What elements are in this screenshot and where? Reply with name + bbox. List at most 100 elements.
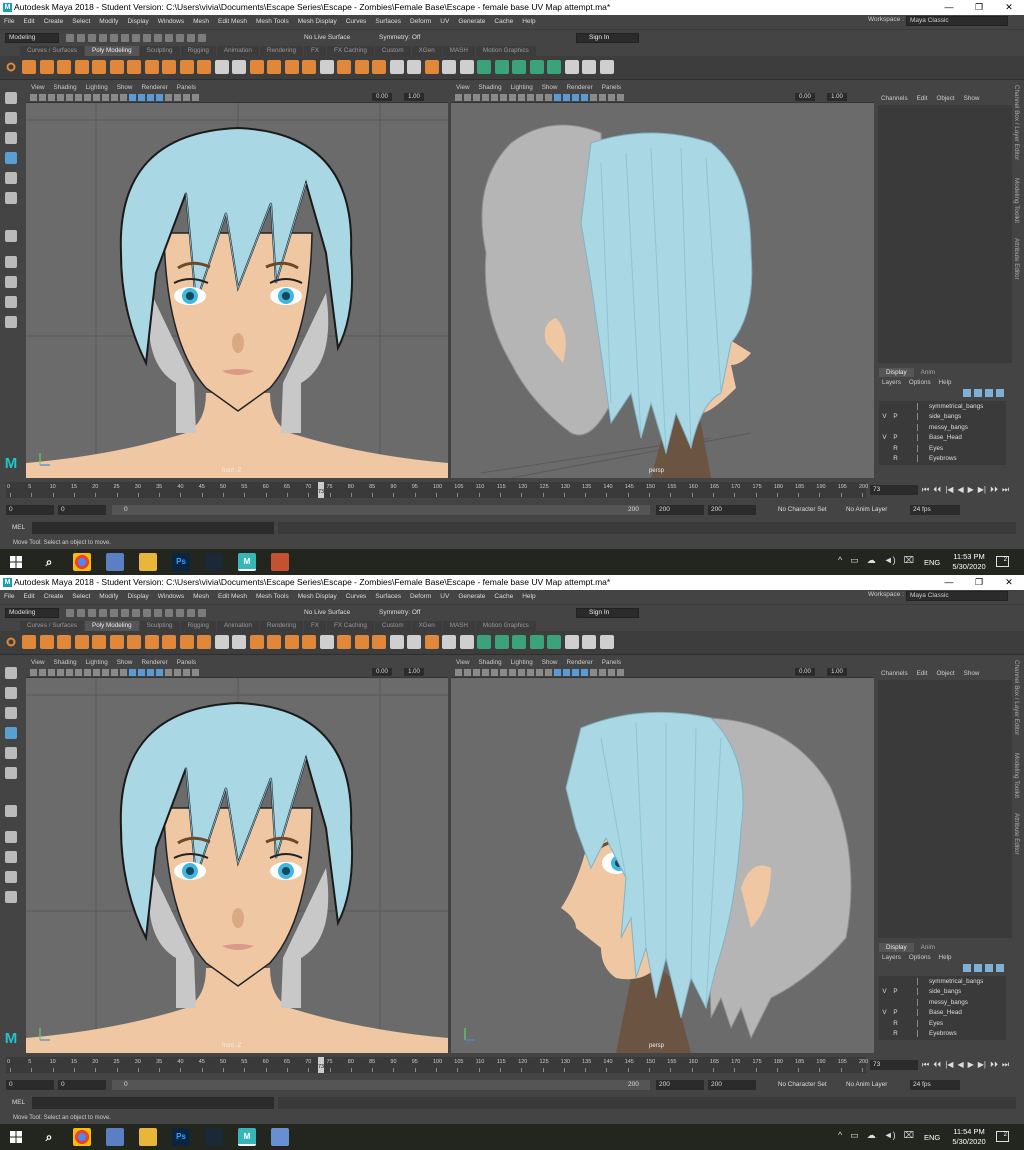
volume-icon[interactable]: ◄) <box>884 555 896 566</box>
anim-end-field[interactable]: 200 <box>708 505 756 515</box>
bevel-icon[interactable] <box>372 60 386 74</box>
vp-menu-lighting[interactable]: Lighting <box>86 658 108 667</box>
four-view-icon[interactable] <box>5 256 17 268</box>
fps-select[interactable]: 24 fps <box>910 1080 960 1090</box>
menu-cache[interactable]: Cache <box>494 18 513 25</box>
grid-icon[interactable] <box>491 669 498 676</box>
poly-type-icon[interactable] <box>179 60 194 74</box>
poly-torus-icon[interactable] <box>92 635 106 649</box>
smooth-icon[interactable] <box>249 635 264 649</box>
mirror-icon[interactable] <box>319 60 334 74</box>
clock[interactable]: 11:53 PM 5/30/2020 <box>947 552 991 572</box>
resolution-gate-icon[interactable] <box>84 94 91 101</box>
vp-menu-show[interactable]: Show <box>117 83 133 92</box>
playback-start-field[interactable]: 0 <box>58 505 106 515</box>
spherical-map-icon[interactable] <box>512 60 526 74</box>
camera-icon[interactable] <box>30 669 37 676</box>
smooth-shade-icon[interactable] <box>563 94 570 101</box>
snap-view-icon[interactable] <box>187 34 195 42</box>
layer-row[interactable]: R Eyebrows <box>879 454 1006 465</box>
layer-row[interactable]: messy_bangs <box>879 997 1006 1008</box>
vp-menu-lighting[interactable]: Lighting <box>86 83 108 92</box>
step-back-key-button[interactable]: ⏴⏴ <box>933 485 941 495</box>
camera-icon[interactable] <box>455 94 462 101</box>
vp-menu-show[interactable]: Show <box>117 658 133 667</box>
select-hierarchy-icon[interactable] <box>121 609 129 617</box>
lights-icon[interactable] <box>165 94 172 101</box>
near-clip-field[interactable]: 0.00 <box>795 93 815 101</box>
menu-mesh[interactable]: Mesh <box>193 593 209 600</box>
menu-create[interactable]: Create <box>44 18 64 25</box>
extra-app-icon[interactable] <box>271 553 289 571</box>
workspace-select[interactable]: Maya Classic <box>906 591 1008 601</box>
vp-menu-panels[interactable]: Panels <box>602 83 621 92</box>
wireframe-icon[interactable] <box>554 94 561 101</box>
shelf-gear-icon[interactable] <box>6 62 16 72</box>
shelf-tab-sculpting[interactable]: Sculpting <box>139 46 180 56</box>
menu-windows[interactable]: Windows <box>158 18 184 25</box>
vp-menu-view[interactable]: View <box>31 658 45 667</box>
super-shape-icon[interactable] <box>162 635 176 649</box>
vp-menu-shading[interactable]: Shading <box>479 658 502 667</box>
select-hierarchy-icon[interactable] <box>121 34 129 42</box>
select-component-icon[interactable] <box>143 609 151 617</box>
persp-viewport[interactable]: View Shading Lighting Show Renderer Pane… <box>451 658 874 1053</box>
vp-menu-renderer[interactable]: Renderer <box>141 83 167 92</box>
bridge-icon[interactable] <box>354 60 369 74</box>
insert-edge-loop-icon[interactable] <box>459 60 474 74</box>
shelf-tab-rigging[interactable]: Rigging <box>180 46 216 56</box>
menu-help[interactable]: Help <box>522 18 535 25</box>
super-shape-icon[interactable] <box>162 60 176 74</box>
field-chart-icon[interactable] <box>102 94 109 101</box>
menu-modify[interactable]: Modify <box>99 18 118 25</box>
shelf-tab-fx-caching[interactable]: FX Caching <box>327 46 374 56</box>
layer-visibility[interactable]: V <box>879 434 890 441</box>
ambient-occlusion-icon[interactable] <box>183 669 190 676</box>
shelf-tab-sculpting[interactable]: Sculpting <box>139 621 180 631</box>
menu-select[interactable]: Select <box>72 593 90 600</box>
wireframe-icon[interactable] <box>554 669 561 676</box>
field-chart-icon[interactable] <box>527 94 534 101</box>
steam-icon[interactable] <box>205 553 223 571</box>
front-viewport[interactable]: View Shading Lighting Show Renderer Pane… <box>26 658 448 1053</box>
step-back-frame-button[interactable]: |◀ <box>945 1060 953 1070</box>
save-scene-icon[interactable] <box>88 609 96 617</box>
layer-row[interactable]: V Pside_bangs <box>879 412 1006 423</box>
tab-display[interactable]: Display <box>879 368 914 377</box>
network-icon[interactable]: ☁ <box>867 1130 876 1141</box>
layer-playback[interactable]: P <box>890 413 901 420</box>
vp-menu-view[interactable]: View <box>456 83 470 92</box>
shelf-tab-rigging[interactable]: Rigging <box>180 621 216 631</box>
move-layer-up-icon[interactable] <box>963 964 971 972</box>
sew-uv-icon[interactable] <box>599 635 614 649</box>
redo-icon[interactable] <box>110 34 118 42</box>
step-forward-key-button[interactable]: ⏵⏵ <box>990 485 998 495</box>
camera-map-icon[interactable] <box>547 635 561 649</box>
file-explorer-icon[interactable] <box>139 553 157 571</box>
ambient-occlusion-icon[interactable] <box>608 94 615 101</box>
chevron-up-icon[interactable]: ^ <box>838 555 842 566</box>
vp-menu-renderer[interactable]: Renderer <box>566 83 592 92</box>
menu-file[interactable]: File <box>4 18 14 25</box>
gate-mask-icon[interactable] <box>518 94 525 101</box>
character-set-select[interactable]: No Character Set <box>778 1081 827 1088</box>
boolean-difference-icon[interactable] <box>284 60 299 74</box>
step-forward-frame-button[interactable]: ▶| <box>978 485 986 495</box>
symmetry-label[interactable]: Symmetry: Off <box>379 34 420 41</box>
select-object-icon[interactable] <box>132 34 140 42</box>
shelf-tab-curves-surfaces[interactable]: Curves / Surfaces <box>20 46 85 56</box>
target-weld-icon[interactable] <box>442 60 456 74</box>
gate-mask-icon[interactable] <box>93 94 100 101</box>
poly-torus-icon[interactable] <box>92 60 106 74</box>
vp-menu-shading[interactable]: Shading <box>54 83 77 92</box>
default-material-icon[interactable] <box>147 94 154 101</box>
smooth-shade-icon[interactable] <box>138 94 145 101</box>
paint-select-icon[interactable] <box>5 132 17 144</box>
single-view-icon[interactable] <box>5 230 17 242</box>
textured-icon[interactable] <box>581 669 588 676</box>
shadows-icon[interactable] <box>174 94 181 101</box>
le-menu-options[interactable]: Options <box>909 379 931 386</box>
side-tab-channel-box[interactable]: Channel Box / Layer Editor <box>1013 660 1020 735</box>
shelf-tab-rendering[interactable]: Rendering <box>259 621 303 631</box>
current-frame-field[interactable]: 73 <box>870 1060 918 1070</box>
